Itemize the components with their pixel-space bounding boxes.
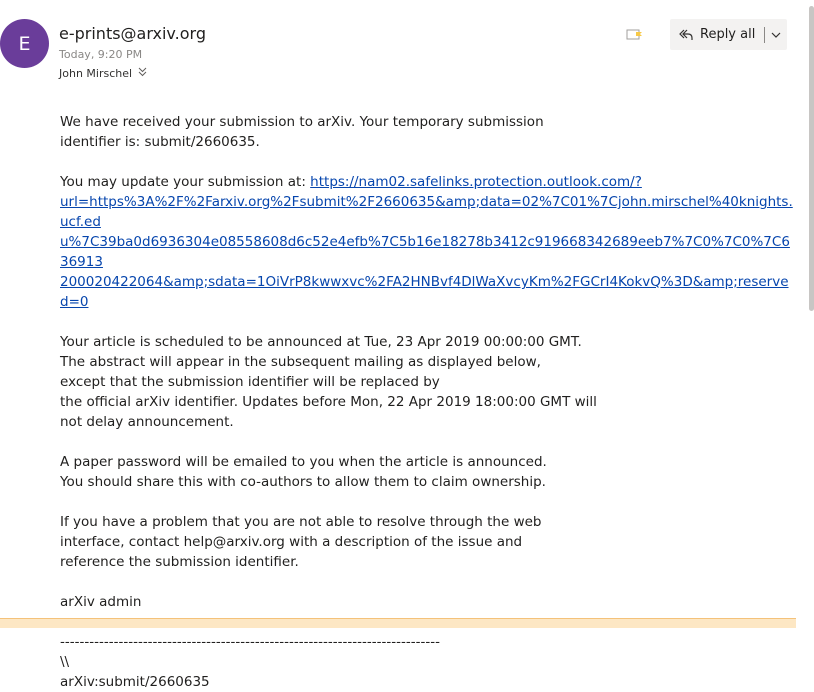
text-line: You should share this with co-authors to… (60, 474, 546, 490)
flag-icon[interactable] (626, 26, 644, 42)
signature: arXiv admin (60, 594, 142, 610)
sender-address[interactable]: e-prints@arxiv.org (59, 24, 206, 43)
link-line[interactable]: url=https%3A%2F%2Farxiv.org%2Fsubmit%2F2… (60, 194, 793, 230)
text-line: identifier is: submit/2660635. (60, 134, 260, 150)
link-line[interactable]: u%7C39ba0d6936304e08558608d6c52e4efb%7C5… (60, 234, 790, 270)
text-line: not delay announcement. (60, 414, 234, 430)
paragraph-password: A paper password will be emailed to you … (60, 452, 795, 492)
link-line[interactable]: 200020422064&amp;sdata=1OiVrP8kwwxvc%2FA… (60, 274, 789, 310)
text-line: arXiv:submit/2660635 (60, 674, 210, 690)
text-line: reference the submission identifier. (60, 554, 299, 570)
text-line: The abstract will appear in the subseque… (60, 354, 541, 370)
divider-line: ----------------------------------------… (60, 634, 440, 650)
paragraph-schedule: Your article is scheduled to be announce… (60, 332, 795, 432)
paragraph-received: We have received your submission to arXi… (60, 112, 795, 152)
link-line[interactable]: https://nam02.safelinks.protection.outlo… (310, 174, 642, 190)
divider-block: ----------------------------------------… (60, 632, 795, 692)
text-line: If you have a problem that you are not a… (60, 514, 542, 530)
scrollbar[interactable] (806, 0, 814, 628)
text-line: Your article is scheduled to be announce… (60, 334, 582, 350)
sender-avatar[interactable]: E (0, 19, 49, 68)
scrollbar-thumb[interactable] (809, 6, 814, 311)
recipient-name: John Mirschel (59, 67, 133, 80)
text-line: interface, contact help@arxiv.org with a… (60, 534, 523, 550)
message-time: Today, 9:20 PM (59, 48, 143, 61)
text-line: We have received your submission to arXi… (60, 114, 544, 130)
chevron-double-down-icon[interactable] (138, 67, 147, 80)
text-line: the official arXiv identifier. Updates b… (60, 394, 597, 410)
notification-bar (0, 618, 796, 628)
text-line: except that the submission identifier wi… (60, 374, 440, 390)
reply-all-icon (679, 28, 693, 42)
text-line: You may update your submission at: (60, 174, 311, 190)
paragraph-help: If you have a problem that you are not a… (60, 512, 795, 572)
update-submission-link[interactable]: https://nam02.safelinks.protection.outlo… (60, 174, 793, 310)
reply-all-label: Reply all (700, 27, 756, 42)
chevron-down-icon[interactable] (771, 31, 781, 39)
reply-separator (764, 26, 766, 43)
text-line: A paper password will be emailed to you … (60, 454, 547, 470)
recipient-row[interactable]: John Mirschel (59, 67, 147, 80)
text-line: \\ (60, 654, 70, 670)
message-body: We have received your submission to arXi… (60, 112, 795, 692)
paragraph-update: You may update your submission at: https… (60, 172, 795, 312)
reply-all-button[interactable]: Reply all (670, 19, 787, 50)
